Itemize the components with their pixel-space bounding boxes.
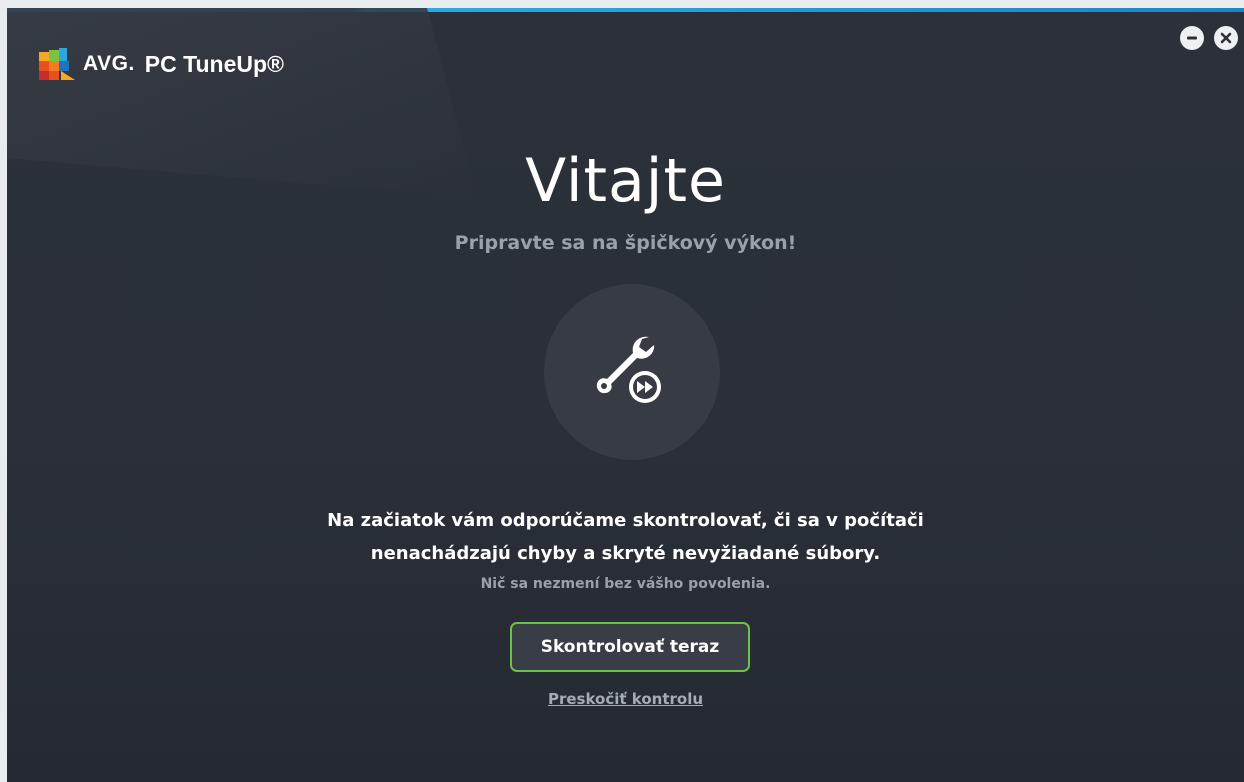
welcome-subtitle: Pripravte sa na špičkový výkon! bbox=[454, 232, 797, 254]
brand-name: AVG. bbox=[83, 52, 135, 75]
window-controls bbox=[1180, 26, 1238, 50]
scan-now-button[interactable]: Skontrolovať teraz bbox=[510, 622, 750, 672]
scan-recommendation: Na začiatok vám odporúčame skontrolovať,… bbox=[7, 504, 1244, 570]
minimize-button[interactable] bbox=[1180, 26, 1204, 50]
description-line-2: nenachádzajú chyby a skryté nevyžiadané … bbox=[370, 543, 881, 564]
welcome-title: Vitajte bbox=[525, 146, 726, 216]
product-name: PC TuneUp® bbox=[144, 50, 284, 77]
tuneup-icon-badge bbox=[544, 284, 720, 460]
app-window: AVG. PC TuneUp® Vitajte Pripravte sa na … bbox=[7, 8, 1244, 782]
minus-icon bbox=[1187, 36, 1197, 40]
skip-scan-link[interactable]: Preskočiť kontrolu bbox=[548, 690, 703, 708]
wrench-fast-forward-icon bbox=[596, 336, 661, 403]
permission-note: Nič sa nezmení bez vášho povolenia. bbox=[480, 576, 771, 592]
close-icon bbox=[1220, 32, 1232, 44]
skip-scan-container: Preskočiť kontrolu bbox=[7, 689, 1244, 708]
avg-logo-icon bbox=[39, 48, 75, 80]
app-logo: AVG. PC TuneUp® bbox=[37, 46, 284, 82]
description-line-1: Na začiatok vám odporúčame skontrolovať,… bbox=[327, 510, 924, 531]
close-button[interactable] bbox=[1214, 26, 1238, 50]
